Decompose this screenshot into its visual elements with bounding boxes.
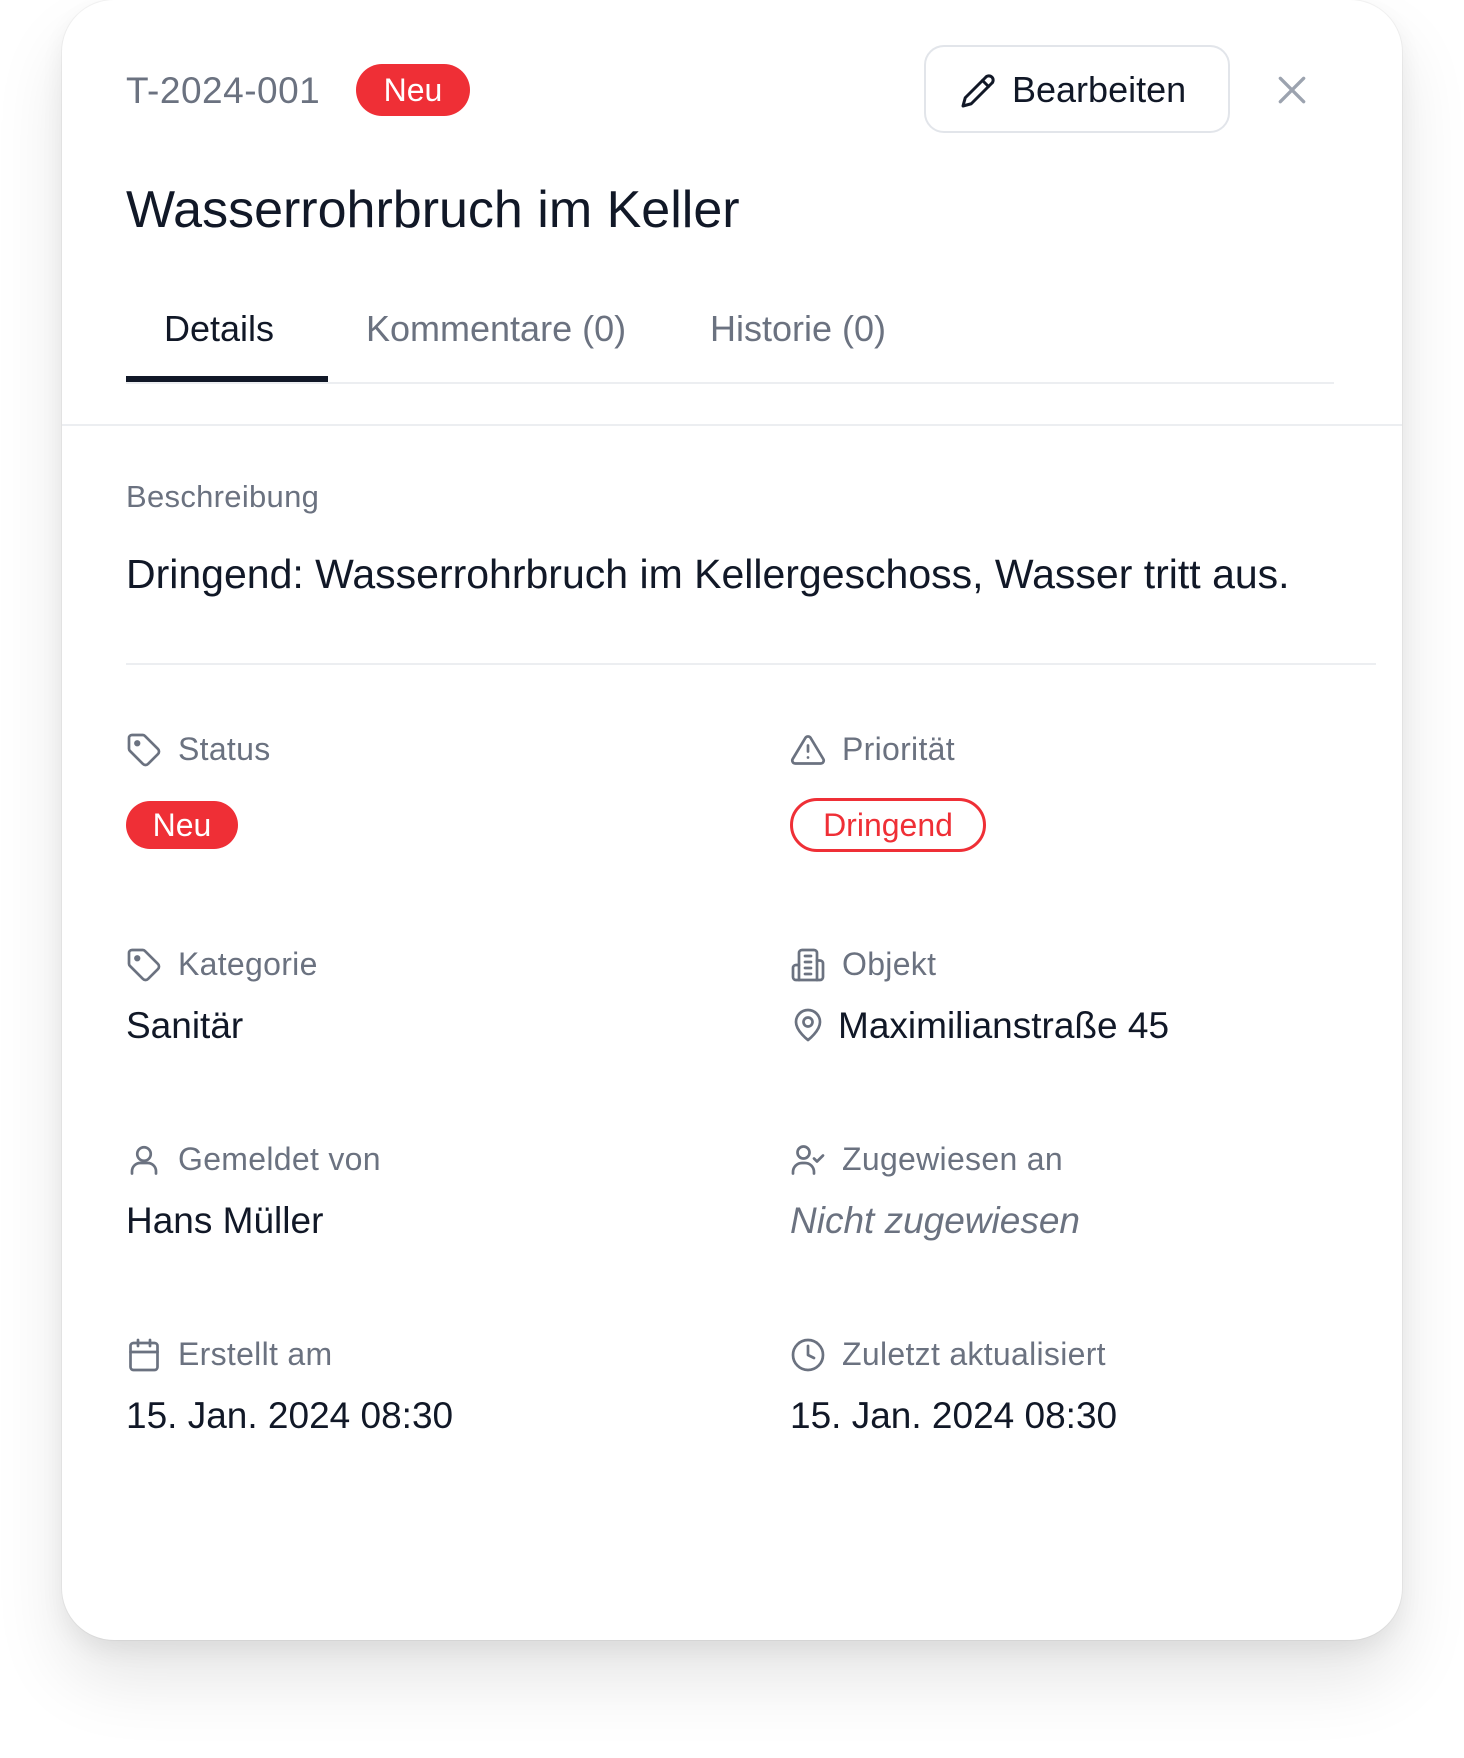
active-tab-indicator: [126, 376, 328, 382]
close-icon[interactable]: [1272, 70, 1312, 110]
pencil-icon: [960, 73, 996, 109]
created-at-value: 15. Jan. 2024 08:30: [126, 1395, 454, 1436]
alert-triangle-icon: [790, 732, 826, 768]
priority-label: Priorität: [842, 731, 955, 767]
ticket-title: Wasserrohrbruch im Keller: [126, 181, 740, 239]
ticket-id: T-2024-001: [126, 70, 321, 111]
assigned-to-label: Zugewiesen an: [842, 1141, 1063, 1177]
clock-icon: [790, 1337, 826, 1373]
priority-badge: Dringend: [790, 798, 986, 852]
category-value: Sanitär: [126, 1005, 244, 1046]
tab-bar: Details Kommentare (0) Historie (0): [126, 290, 1334, 384]
tab-details[interactable]: Details: [164, 304, 274, 354]
object-label: Objekt: [842, 946, 937, 982]
tag-icon: [126, 947, 162, 983]
user-check-icon: [790, 1142, 826, 1178]
reported-by-value: Hans Müller: [126, 1200, 324, 1241]
status-value-badge: Neu: [126, 801, 238, 849]
edit-button[interactable]: Bearbeiten: [924, 45, 1230, 133]
tag-icon: [126, 732, 162, 768]
ticket-detail-dialog: T-2024-001 Neu Bearbeiten Wasserrohrbruc…: [62, 0, 1402, 1640]
assigned-to-value: Nicht zugewiesen: [790, 1200, 1080, 1241]
reported-by-label: Gemeldet von: [178, 1141, 381, 1177]
edit-button-label: Bearbeiten: [1012, 69, 1187, 110]
status-badge: Neu: [356, 64, 470, 116]
map-pin-icon: [790, 1007, 826, 1043]
tab-history[interactable]: Historie (0): [710, 304, 886, 354]
description-text: Dringend: Wasserrohrbruch im Kellergesch…: [126, 551, 1290, 597]
updated-at-label: Zuletzt aktualisiert: [842, 1336, 1106, 1372]
section-divider: [126, 663, 1376, 665]
description-label: Beschreibung: [126, 479, 320, 514]
calendar-icon: [126, 1337, 162, 1373]
user-icon: [126, 1142, 162, 1178]
updated-at-value: 15. Jan. 2024 08:30: [790, 1395, 1118, 1436]
building-icon: [790, 947, 826, 983]
status-label: Status: [178, 731, 271, 767]
tab-comments[interactable]: Kommentare (0): [366, 304, 626, 354]
created-at-label: Erstellt am: [178, 1336, 333, 1372]
dialog-header: T-2024-001 Neu Bearbeiten Wasserrohrbruc…: [62, 0, 1402, 426]
object-value[interactable]: Maximilianstraße 45: [838, 1001, 1169, 1051]
category-label: Kategorie: [178, 946, 318, 982]
